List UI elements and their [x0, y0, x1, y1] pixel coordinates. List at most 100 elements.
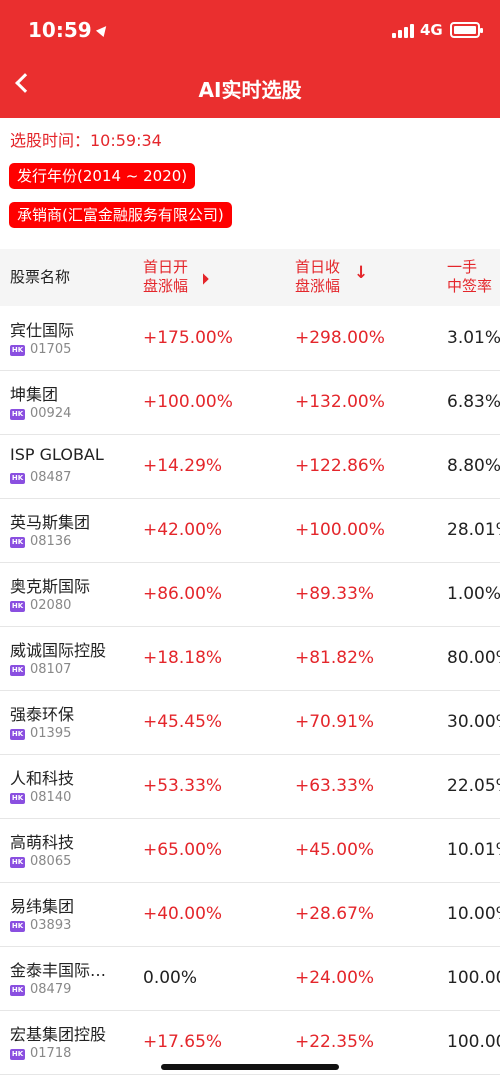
stock-name: 易纬集团 — [10, 897, 75, 916]
first-day-open-change: +40.00% — [143, 904, 223, 924]
lot-success-rate: 1.00% — [447, 584, 500, 604]
first-day-close-change: +122.86% — [295, 456, 385, 476]
first-day-open-change: 0.00% — [143, 968, 198, 988]
stock-code: 08487 — [30, 470, 72, 485]
hk-market-badge-icon: HK — [10, 601, 25, 612]
col-header-rate-line2: 中签率 — [447, 277, 493, 295]
hk-market-badge-icon: HK — [10, 345, 25, 356]
lot-success-rate: 3.01% — [447, 328, 500, 348]
stock-code: 00924 — [30, 406, 72, 421]
hk-market-badge-icon: HK — [10, 793, 25, 804]
first-day-open-change: +42.00% — [143, 520, 223, 540]
first-day-open-change: +45.45% — [143, 712, 223, 732]
hk-market-badge-icon: HK — [10, 857, 25, 868]
stock-name: 坤集团 — [10, 385, 59, 404]
first-day-close-change: +89.33% — [295, 584, 375, 604]
col-header-open-line1: 首日开 — [143, 258, 189, 276]
table-row[interactable]: 英马斯集团 HK 08136 +42.00% +100.00% 28.01% — [0, 499, 500, 563]
first-day-open-change: +18.18% — [143, 648, 223, 668]
hk-market-badge-icon: HK — [10, 729, 25, 740]
table-row[interactable]: 坤集团 HK 00924 +100.00% +132.00% 6.83% — [0, 371, 500, 435]
col-header-lot-rate[interactable]: 一手 中签率 — [447, 258, 492, 296]
network-type: 4G — [420, 21, 443, 39]
cellular-signal-icon — [392, 24, 414, 38]
hk-market-badge-icon: HK — [10, 921, 25, 932]
hk-market-badge-icon: HK — [10, 1049, 25, 1060]
first-day-close-change: +132.00% — [295, 392, 385, 412]
first-day-close-change: +81.82% — [295, 648, 375, 668]
table-row[interactable]: 强泰环保 HK 01395 +45.45% +70.91% 30.00% — [0, 691, 500, 755]
hk-market-badge-icon: HK — [10, 665, 25, 676]
table-row[interactable]: 人和科技 HK 08140 +53.33% +63.33% 22.05% — [0, 755, 500, 819]
hk-market-badge-icon: HK — [10, 537, 25, 548]
page-title: AI实时选股 — [198, 78, 302, 102]
status-bar-time: 10:59 — [28, 18, 110, 42]
stock-name: ISP GLOBAL — [10, 445, 104, 464]
first-day-close-change: +28.67% — [295, 904, 375, 924]
first-day-close-change: +100.00% — [295, 520, 385, 540]
stock-name: 强泰环保 — [10, 705, 75, 724]
sort-descending-arrow-icon: ↓ — [354, 263, 369, 283]
filter-tag-issue-year[interactable]: 发行年份(2014 ~ 2020) — [9, 163, 196, 189]
col-header-rate-line1: 一手 — [447, 258, 478, 276]
location-arrow-icon — [95, 22, 110, 38]
table-row[interactable]: 高萌科技 HK 08065 +65.00% +45.00% 10.01% — [0, 819, 500, 883]
stock-name: 人和科技 — [10, 769, 75, 788]
lot-success-rate: 22.05% — [447, 776, 500, 796]
first-day-open-change: +53.33% — [143, 776, 223, 796]
stock-name: 奥克斯国际 — [10, 577, 91, 596]
stock-name: 高萌科技 — [10, 833, 75, 852]
stock-code: 08479 — [30, 982, 72, 997]
first-day-open-change: +175.00% — [143, 328, 233, 348]
first-day-open-change: +65.00% — [143, 840, 223, 860]
first-day-close-change: +24.00% — [295, 968, 375, 988]
battery-icon — [450, 22, 483, 38]
table-row[interactable]: ISP GLOBAL HK 08487 +14.29% +122.86% 8.80% — [0, 435, 500, 499]
col-header-close-change[interactable]: 首日收 盘涨幅 — [295, 258, 340, 296]
home-indicator[interactable] — [161, 1064, 339, 1070]
stock-name: 英马斯集团 — [10, 513, 91, 532]
col-header-open-change[interactable]: 首日开 盘涨幅 — [143, 258, 188, 296]
table-row[interactable]: 威诚国际控股 HK 08107 +18.18% +81.82% 80.00% — [0, 627, 500, 691]
app-header: 10:59 4G AI实时选股 — [0, 0, 500, 118]
col-header-name: 股票名称 — [10, 268, 71, 286]
select-time-label: 选股时间：10:59:34 — [10, 131, 162, 150]
stock-name: 宾仕国际 — [10, 321, 75, 340]
table-row[interactable]: 易纬集团 HK 03893 +40.00% +28.67% 10.00% — [0, 883, 500, 947]
table-row[interactable]: 宾仕国际 HK 01705 +175.00% +298.00% 3.01% — [0, 307, 500, 371]
lot-success-rate: 8.80% — [447, 456, 500, 476]
stock-code: 03893 — [30, 918, 72, 933]
lot-success-rate: 10.01% — [447, 840, 500, 860]
stock-code: 02080 — [30, 598, 72, 613]
col-header-open-line2: 盘涨幅 — [143, 277, 189, 295]
first-day-close-change: +63.33% — [295, 776, 375, 796]
stock-code: 08136 — [30, 534, 72, 549]
first-day-open-change: +14.29% — [143, 456, 223, 476]
filter-tag-underwriter[interactable]: 承销商(汇富金融服务有限公司) — [9, 202, 232, 228]
col-header-close-line1: 首日收 — [295, 258, 341, 276]
stock-code: 08065 — [30, 854, 72, 869]
status-time-text: 10:59 — [28, 18, 92, 42]
lot-success-rate: 6.83% — [447, 392, 500, 412]
first-day-close-change: +70.91% — [295, 712, 375, 732]
table-row[interactable]: 金泰丰国际… HK 08479 0.00% +24.00% 100.00% — [0, 947, 500, 1011]
col-header-close-line2: 盘涨幅 — [295, 277, 341, 295]
hk-market-badge-icon: HK — [10, 409, 25, 420]
hk-market-badge-icon: HK — [10, 473, 25, 484]
stock-code: 01718 — [30, 1046, 72, 1061]
lot-success-rate: 10.00% — [447, 904, 500, 924]
lot-success-rate: 100.00% — [447, 968, 500, 988]
stock-code: 01395 — [30, 726, 72, 741]
stock-code: 08107 — [30, 662, 72, 677]
first-day-close-change: +298.00% — [295, 328, 385, 348]
table-row[interactable]: 奥克斯国际 HK 02080 +86.00% +89.33% 1.00% — [0, 563, 500, 627]
first-day-open-change: +17.65% — [143, 1032, 223, 1052]
lot-success-rate: 28.01% — [447, 520, 500, 540]
hk-market-badge-icon: HK — [10, 985, 25, 996]
lot-success-rate: 100.00% — [447, 1032, 500, 1052]
first-day-open-change: +100.00% — [143, 392, 233, 412]
stock-code: 01705 — [30, 342, 72, 357]
lot-success-rate: 80.00% — [447, 648, 500, 668]
stock-name: 金泰丰国际… — [10, 961, 107, 980]
sort-indicator-icon — [197, 273, 209, 285]
